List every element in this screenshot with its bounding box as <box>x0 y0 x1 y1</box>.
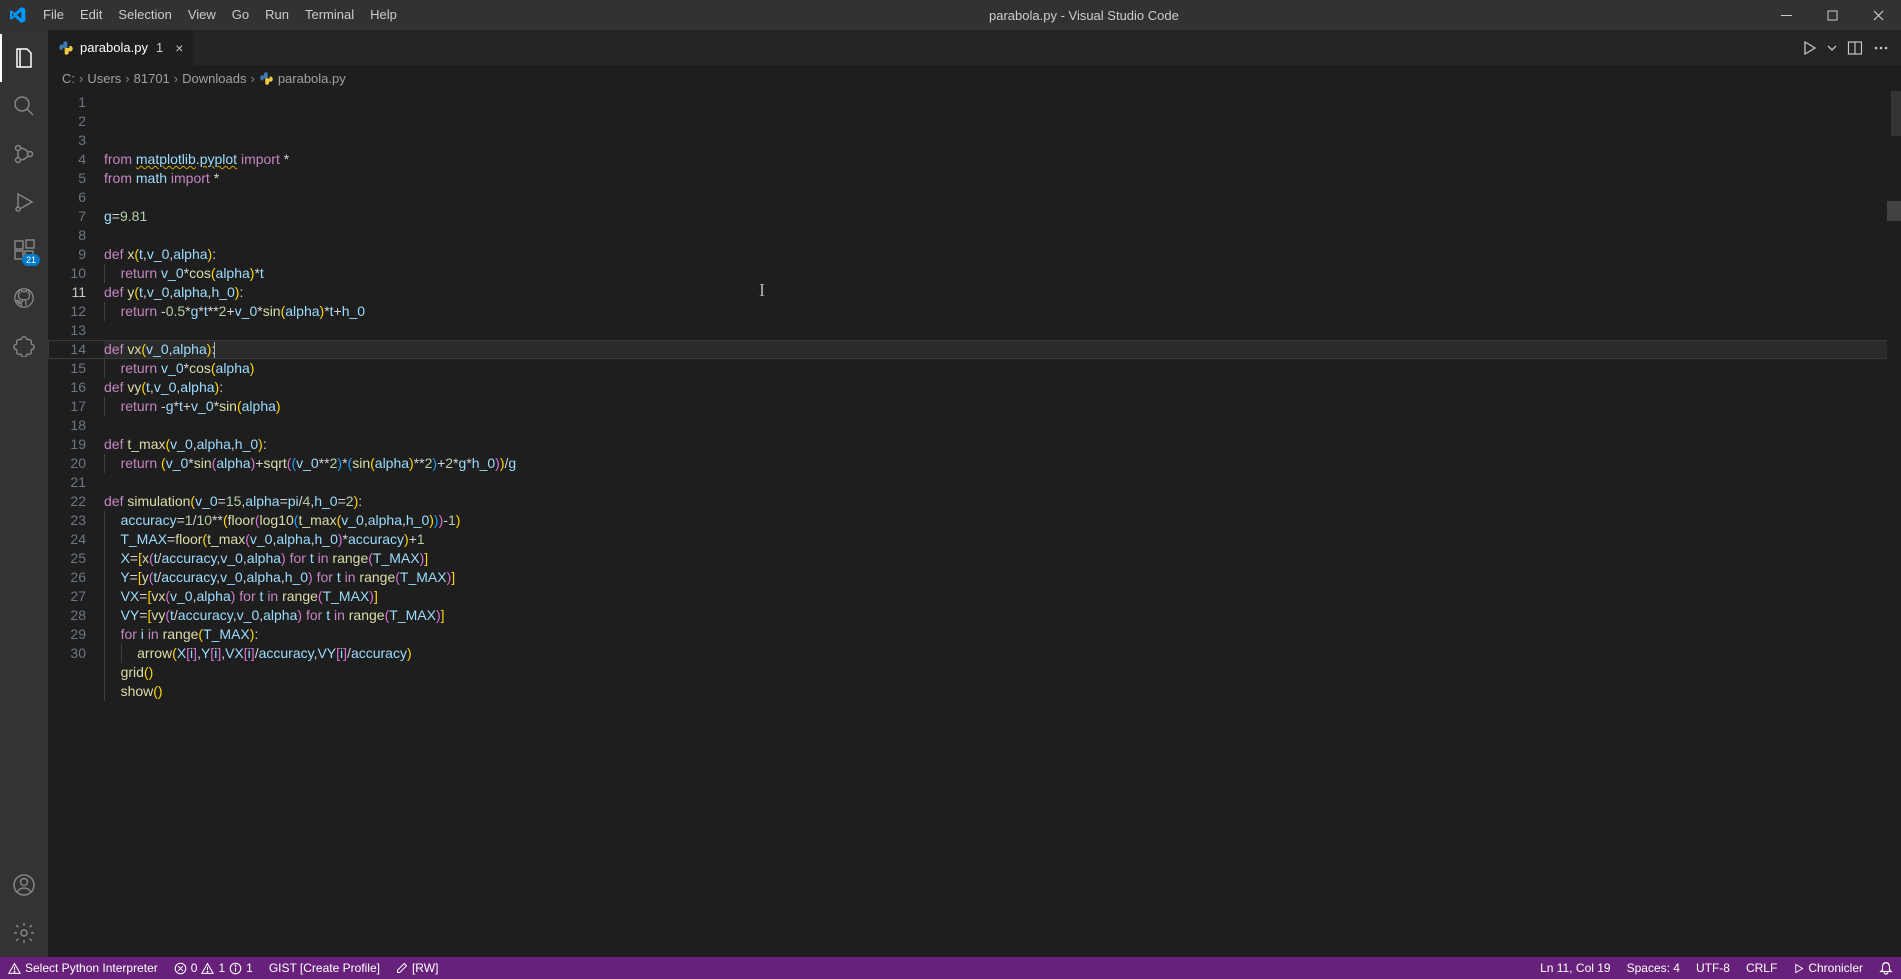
info-circle-icon <box>229 962 242 975</box>
status-errors-count: 0 <box>191 961 198 975</box>
source-control-icon[interactable] <box>0 130 48 178</box>
tab-modified-indicator: 1 <box>156 40 163 55</box>
status-rw-label: [RW] <box>412 961 438 975</box>
status-gist[interactable]: GIST [Create Profile] <box>261 957 388 979</box>
status-problems[interactable]: 0 1 1 <box>166 957 261 979</box>
scrollbar-marker <box>1891 91 1901 136</box>
status-chronicler[interactable]: Chronicler <box>1785 957 1871 979</box>
editor-actions <box>1789 30 1901 65</box>
maximize-button[interactable] <box>1809 0 1855 30</box>
status-interpreter-label: Select Python Interpreter <box>25 961 158 975</box>
status-bar: Select Python Interpreter 0 1 1 GIST [Cr… <box>0 957 1901 979</box>
status-rw[interactable]: [RW] <box>388 957 446 979</box>
menu-terminal[interactable]: Terminal <box>297 0 362 30</box>
python-file-icon <box>58 40 74 56</box>
minimize-button[interactable] <box>1763 0 1809 30</box>
menu-edit[interactable]: Edit <box>72 0 110 30</box>
status-eol[interactable]: CRLF <box>1738 957 1785 979</box>
extensions-badge: 21 <box>22 254 40 266</box>
status-encoding[interactable]: UTF-8 <box>1688 957 1738 979</box>
warning-triangle-icon <box>8 962 21 975</box>
status-cursor[interactable]: Ln 11, Col 19 <box>1532 957 1619 979</box>
python-file-icon <box>259 71 274 86</box>
status-warnings-count: 1 <box>218 961 225 975</box>
status-info-count: 1 <box>246 961 253 975</box>
minimap[interactable] <box>1887 91 1901 957</box>
code-editor[interactable]: 1234567891011121314151617181920212223242… <box>48 91 1901 957</box>
tab-close-icon[interactable]: × <box>175 40 183 56</box>
more-actions-icon[interactable] <box>1873 40 1889 56</box>
menu-run[interactable]: Run <box>257 0 297 30</box>
vscode-logo-icon <box>0 7 35 23</box>
breadcrumb-seg[interactable]: parabola.py <box>278 71 346 86</box>
warning-triangle-icon <box>201 962 214 975</box>
menu-view[interactable]: View <box>180 0 224 30</box>
breadcrumb-seg[interactable]: 81701 <box>134 71 170 86</box>
menu-help[interactable]: Help <box>362 0 405 30</box>
play-icon <box>1793 963 1804 974</box>
window-title: parabola.py - Visual Studio Code <box>405 8 1763 23</box>
status-chronicler-label: Chronicler <box>1808 961 1863 975</box>
github-icon[interactable] <box>0 274 48 322</box>
title-bar: File Edit Selection View Go Run Terminal… <box>0 0 1901 30</box>
run-debug-icon[interactable] <box>0 178 48 226</box>
error-circle-icon <box>174 962 187 975</box>
breadcrumb-seg[interactable]: Users <box>87 71 121 86</box>
breadcrumb-seg[interactable]: Downloads <box>182 71 246 86</box>
extensions-icon[interactable]: 21 <box>0 226 48 274</box>
tab-bar: parabola.py 1 × <box>48 30 1901 65</box>
tab-parabola[interactable]: parabola.py 1 × <box>48 30 194 65</box>
pencil-icon <box>396 962 408 974</box>
menu-go[interactable]: Go <box>224 0 257 30</box>
breadcrumb-seg[interactable]: C: <box>62 71 75 86</box>
status-bell-icon[interactable] <box>1871 957 1901 979</box>
breadcrumb[interactable]: C:› Users› 81701› Downloads› parabola.py <box>48 65 1901 91</box>
code-content[interactable]: from matplotlib.pyplot import *from math… <box>104 91 1901 957</box>
split-editor-icon[interactable] <box>1847 40 1863 56</box>
search-icon[interactable] <box>0 82 48 130</box>
status-interpreter[interactable]: Select Python Interpreter <box>0 957 166 979</box>
close-button[interactable] <box>1855 0 1901 30</box>
explorer-icon[interactable] <box>0 34 48 82</box>
accounts-icon[interactable] <box>0 861 48 909</box>
line-numbers: 1234567891011121314151617181920212223242… <box>48 91 104 957</box>
editor-area: parabola.py 1 × C:› Users› 81701› Downlo… <box>48 30 1901 957</box>
menu-file[interactable]: File <box>35 0 72 30</box>
activity-bar: 21 <box>0 30 48 957</box>
tab-filename: parabola.py <box>80 40 148 55</box>
run-dropdown-icon[interactable] <box>1827 43 1837 53</box>
minimap-thumb[interactable] <box>1887 201 1901 221</box>
menu-bar: File Edit Selection View Go Run Terminal… <box>35 0 405 30</box>
menu-selection[interactable]: Selection <box>110 0 179 30</box>
run-file-icon[interactable] <box>1801 40 1817 56</box>
window-controls <box>1763 0 1901 30</box>
settings-gear-icon[interactable] <box>0 909 48 957</box>
gist-icon[interactable] <box>0 322 48 370</box>
status-spaces[interactable]: Spaces: 4 <box>1619 957 1688 979</box>
